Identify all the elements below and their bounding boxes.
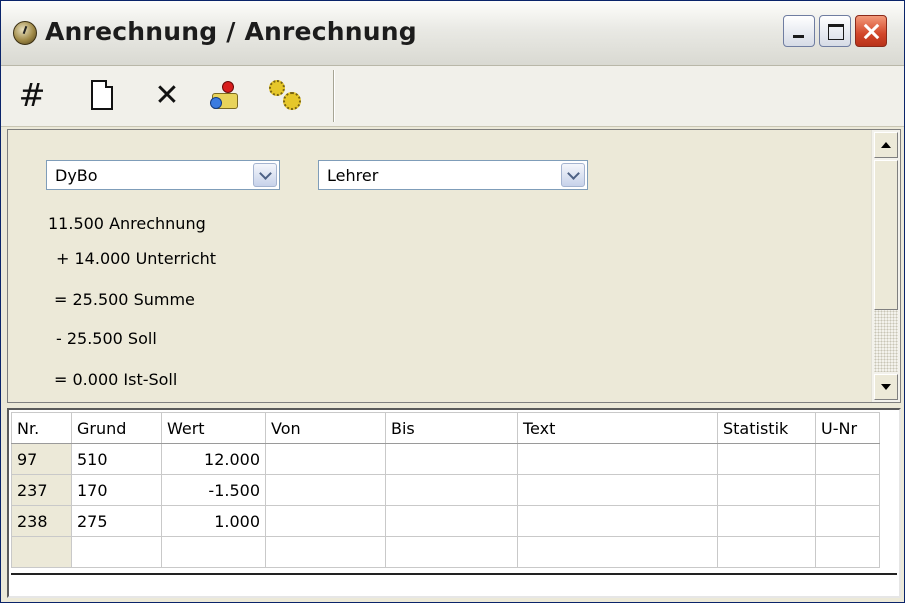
cell-statistik[interactable] [717, 536, 816, 568]
title-bar[interactable]: Anrechnung / Anrechnung [1, 1, 904, 66]
category-select-value: Lehrer [327, 166, 379, 185]
cell-text[interactable] [517, 474, 718, 506]
summary-soll: - 25.500 Soll [56, 329, 157, 348]
close-button[interactable] [855, 15, 887, 47]
cell-wert[interactable]: 1.000 [161, 505, 266, 537]
cell-von[interactable] [265, 443, 386, 475]
cell-text[interactable] [517, 443, 718, 475]
maximize-button[interactable] [819, 15, 851, 47]
cell-von[interactable] [265, 536, 386, 568]
new-row[interactable] [11, 536, 880, 568]
scrollbar-track[interactable] [874, 310, 898, 372]
cell-grund[interactable]: 170 [71, 474, 162, 506]
gears-icon [267, 78, 301, 112]
cell-nr[interactable] [11, 536, 72, 568]
cell-nr[interactable]: 238 [11, 505, 72, 537]
column-header-von[interactable]: Von [265, 412, 386, 444]
summary-panel: DyBo Lehrer 11.500 Anrechnung + 14.000 U… [7, 129, 901, 403]
cell-nr[interactable]: 237 [11, 474, 72, 506]
cell-bis[interactable] [385, 505, 518, 537]
toolbar-separator [333, 70, 335, 122]
cell-text[interactable] [517, 505, 718, 537]
chevron-down-icon[interactable] [253, 163, 277, 187]
cell-statistik[interactable] [717, 474, 816, 506]
cell-wert[interactable]: -1.500 [161, 474, 266, 506]
teacher-select[interactable]: DyBo [46, 160, 280, 190]
summary-ist-soll: = 0.000 Ist-Soll [54, 370, 178, 389]
pin-button[interactable] [203, 74, 245, 116]
column-header-grund[interactable]: Grund [71, 412, 162, 444]
column-header-bis[interactable]: Bis [385, 412, 518, 444]
arrow-down-icon [881, 384, 891, 390]
delete-button[interactable]: ✕ [146, 74, 188, 116]
chevron-down-icon[interactable] [561, 163, 585, 187]
column-header-nr[interactable]: Nr. [11, 412, 72, 444]
delete-icon: ✕ [154, 77, 180, 113]
window-title: Anrechnung / Anrechnung [45, 17, 417, 46]
cell-wert[interactable] [161, 536, 266, 568]
column-header-text[interactable]: Text [517, 412, 718, 444]
pin-icon [208, 79, 240, 111]
scroll-down-button[interactable] [874, 374, 898, 400]
cell-unr[interactable] [815, 474, 880, 506]
minimize-button[interactable] [783, 15, 815, 47]
category-select[interactable]: Lehrer [318, 160, 588, 190]
cell-unr[interactable] [815, 505, 880, 537]
new-button[interactable] [81, 74, 123, 116]
table-header-row: Nr. Grund Wert Von Bis Text Statistik U-… [11, 412, 880, 444]
summary-summe: = 25.500 Summe [54, 290, 195, 309]
cell-statistik[interactable] [717, 443, 816, 475]
teacher-select-value: DyBo [55, 166, 98, 185]
cell-grund[interactable] [71, 536, 162, 568]
scrollbar-thumb[interactable] [874, 160, 898, 310]
arrow-up-icon [881, 142, 891, 148]
cell-nr[interactable]: 97 [11, 443, 72, 475]
cell-statistik[interactable] [717, 505, 816, 537]
gears-button[interactable] [263, 74, 305, 116]
vertical-scrollbar[interactable] [871, 130, 900, 402]
cell-grund[interactable]: 510 [71, 443, 162, 475]
grid-button[interactable]: # [11, 74, 53, 116]
table-row[interactable]: 237 170 -1.500 [11, 474, 880, 506]
cell-text[interactable] [517, 536, 718, 568]
column-header-unr[interactable]: U-Nr [815, 412, 880, 444]
cell-von[interactable] [265, 474, 386, 506]
toolbar: # ✕ [1, 66, 904, 127]
cell-bis[interactable] [385, 536, 518, 568]
cell-unr[interactable] [815, 536, 880, 568]
table-row[interactable]: 97 510 12.000 [11, 443, 880, 475]
cell-unr[interactable] [815, 443, 880, 475]
grid-bottom-border [11, 573, 897, 575]
summary-unterricht: + 14.000 Unterricht [56, 249, 217, 268]
scroll-up-button[interactable] [874, 132, 898, 158]
summary-anrechnung: 11.500 Anrechnung [48, 214, 206, 233]
column-header-statistik[interactable]: Statistik [717, 412, 816, 444]
table-row[interactable]: 238 275 1.000 [11, 505, 880, 537]
cell-von[interactable] [265, 505, 386, 537]
cell-grund[interactable]: 275 [71, 505, 162, 537]
clock-icon[interactable] [13, 21, 37, 45]
column-header-wert[interactable]: Wert [161, 412, 266, 444]
new-document-icon [91, 80, 113, 110]
data-grid: Nr. Grund Wert Von Bis Text Statistik U-… [7, 408, 901, 598]
cell-bis[interactable] [385, 443, 518, 475]
window: Anrechnung / Anrechnung # ✕ DyBo Lehrer … [0, 0, 905, 603]
grid-icon: # [18, 76, 46, 114]
cell-wert[interactable]: 12.000 [161, 443, 266, 475]
cell-bis[interactable] [385, 474, 518, 506]
anrechnung-table: Nr. Grund Wert Von Bis Text Statistik U-… [11, 412, 880, 568]
